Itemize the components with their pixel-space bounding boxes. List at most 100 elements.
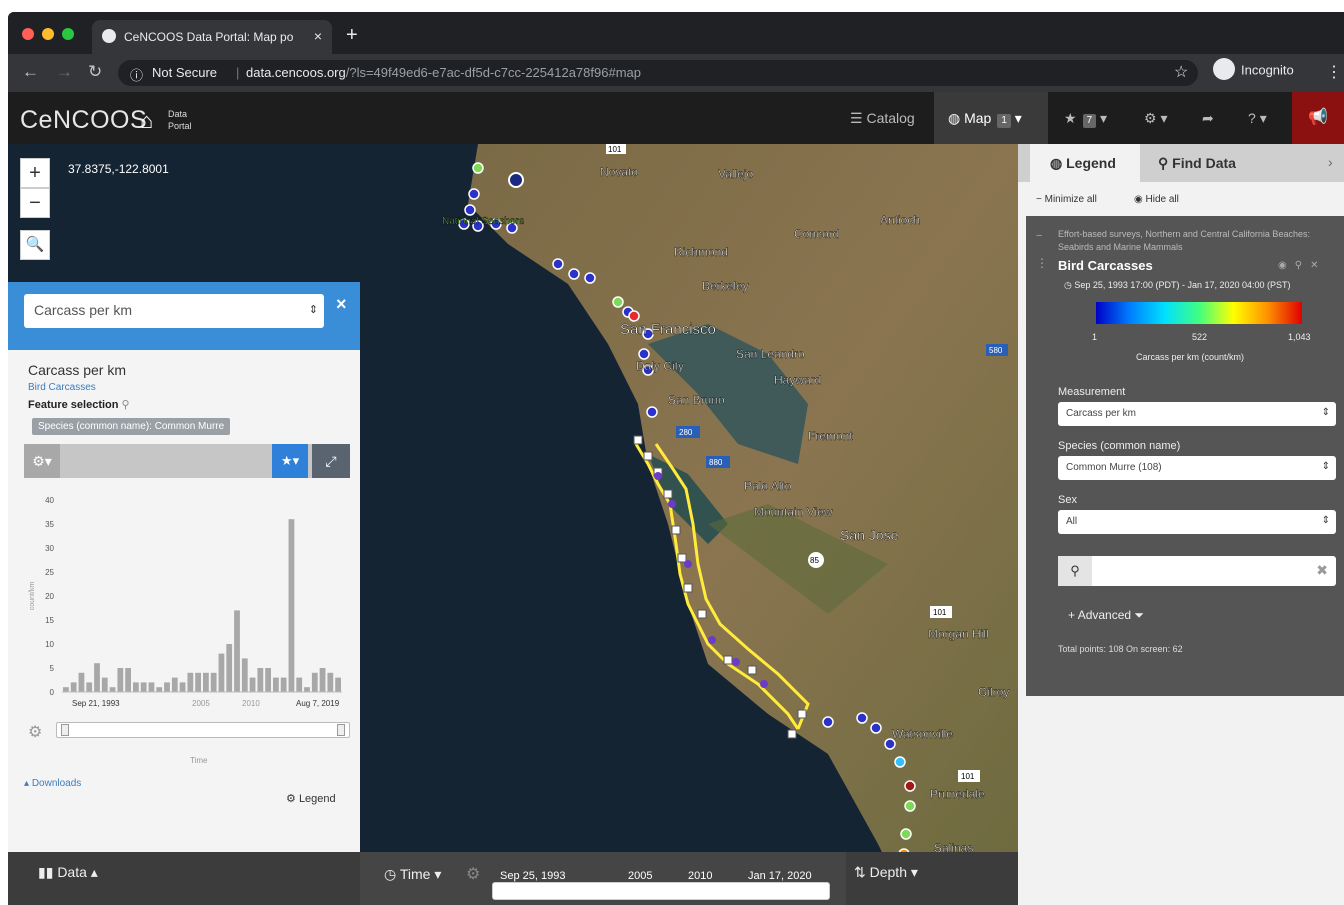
collapse-layer-icon[interactable]: − [1036, 230, 1042, 242]
cencoos-logo[interactable]: CeNCOOS [20, 106, 147, 135]
survey-point[interactable] [552, 258, 564, 270]
range-handle-start[interactable] [61, 724, 69, 736]
visibility-icon[interactable]: ◉ [1278, 260, 1295, 271]
chart-bar[interactable] [94, 663, 100, 692]
chart-bar[interactable] [148, 682, 155, 692]
chart-bar[interactable] [156, 687, 163, 692]
chart-settings-button[interactable]: ⚙▾ [24, 444, 60, 478]
survey-point[interactable] [822, 716, 834, 728]
chart-bar[interactable] [125, 668, 131, 692]
chart-bar[interactable] [280, 677, 287, 692]
survey-point[interactable] [584, 272, 596, 284]
chart-bar[interactable] [296, 677, 303, 692]
chart-bar[interactable] [187, 672, 194, 692]
time-menu-button[interactable]: ◷ Time ▾ [384, 866, 441, 883]
chart-bar[interactable] [210, 672, 217, 692]
chart-bar[interactable] [86, 682, 93, 692]
zoom-to-layer-icon[interactable]: ⚲ [1295, 260, 1310, 271]
selected-point-marker[interactable] [708, 636, 716, 644]
layer-search-input[interactable]: ⚲ ✖ [1058, 556, 1336, 586]
survey-point[interactable] [612, 296, 624, 308]
slider-settings-icon[interactable]: ⚙ [28, 722, 42, 742]
minimize-all-button[interactable]: − Minimize all [1036, 194, 1097, 205]
range-handle-end[interactable] [337, 724, 345, 736]
carcass-bar-chart[interactable]: 0 5 10 15 20 25 30 35 40 count/km Sep 21, 1993 2005… [22, 488, 352, 718]
downloads-link[interactable]: ▴ Downloads [24, 778, 81, 789]
nav-help[interactable]: ? ▾ [1248, 92, 1267, 144]
advanced-filter-button[interactable]: + Advanced ⏷ [1068, 608, 1144, 623]
browser-tab[interactable]: CeNCOOS Data Portal: Map po × [92, 20, 332, 54]
selected-point[interactable] [663, 489, 673, 499]
chart-bar[interactable] [140, 682, 147, 692]
chart-bar[interactable] [218, 653, 225, 692]
chart-bar[interactable] [133, 682, 139, 692]
measurement-dropdown[interactable]: Carcass per km ⇕ [1058, 402, 1336, 426]
close-window-button[interactable] [22, 28, 34, 40]
chart-bar[interactable] [335, 677, 341, 692]
chart-bar[interactable] [311, 672, 318, 692]
selected-point[interactable] [747, 665, 757, 675]
selected-point-marker[interactable] [760, 680, 768, 688]
address-bar[interactable]: ⓘ Not Secure | data.cencoos.org/?ls=49f4… [118, 60, 1198, 86]
new-tab-button[interactable]: + [346, 24, 358, 47]
chevron-right-icon[interactable]: › [1328, 154, 1333, 170]
search-icon[interactable]: ⚲ [1058, 556, 1092, 586]
home-icon[interactable]: ⌂ [140, 108, 153, 134]
nav-catalog[interactable]: ☰ Catalog [850, 92, 928, 144]
selected-point[interactable] [633, 435, 643, 445]
chart-bar[interactable] [78, 672, 85, 692]
expand-chart-button[interactable]: ⤢ [312, 444, 350, 478]
measurement-select[interactable]: Carcass per km ⇕ [24, 294, 324, 328]
tab-find-data[interactable]: ⚲ Find Data [1158, 144, 1236, 182]
selected-point-marker[interactable] [684, 560, 692, 568]
chart-bar[interactable] [179, 682, 186, 692]
nav-favorites[interactable]: ★ 7 ▾ [1064, 92, 1107, 144]
selected-point[interactable] [787, 729, 797, 739]
chart-bar[interactable] [273, 677, 279, 692]
species-filter-chip[interactable]: Species (common name): Common Murre [32, 418, 231, 435]
chart-bar[interactable] [171, 677, 178, 692]
survey-point[interactable] [904, 800, 916, 812]
selected-point[interactable] [671, 525, 681, 535]
dataset-link[interactable]: Bird Carcasses [28, 382, 96, 393]
back-icon[interactable]: ← [22, 62, 39, 82]
chart-bar[interactable] [70, 682, 77, 692]
survey-point[interactable] [894, 756, 906, 768]
info-icon[interactable]: ⓘ [130, 65, 143, 84]
reload-icon[interactable]: ↻ [88, 62, 102, 82]
sex-dropdown[interactable]: All ⇕ [1058, 510, 1336, 534]
close-panel-button[interactable]: × [336, 294, 347, 315]
chart-bar[interactable] [257, 668, 264, 692]
legend-toggle[interactable]: ⚙ Legend [286, 792, 336, 805]
remove-layer-icon[interactable]: ✕ [1310, 260, 1326, 271]
zoom-in-button[interactable]: + [20, 158, 50, 188]
survey-point[interactable] [646, 406, 658, 418]
tab-close-icon[interactable]: × [314, 28, 322, 44]
browser-menu-icon[interactable]: ⋮ [1326, 62, 1342, 82]
announcement-button[interactable]: 📢 [1292, 92, 1344, 144]
chart-bar[interactable] [234, 610, 240, 692]
bookmark-star-icon[interactable]: ☆ [1174, 62, 1188, 82]
chart-bar[interactable] [319, 668, 326, 692]
chart-bar[interactable] [288, 519, 295, 692]
selected-point[interactable] [677, 553, 687, 563]
zoom-out-button[interactable]: − [20, 188, 50, 218]
chart-bar[interactable] [327, 672, 334, 692]
zoom-area-button[interactable]: 🔍 [20, 230, 50, 260]
chart-bar[interactable] [101, 677, 108, 692]
selected-point[interactable] [723, 655, 733, 665]
chart-bar[interactable] [226, 644, 233, 692]
timeline-settings-icon[interactable]: ⚙ [466, 864, 480, 884]
hide-all-button[interactable]: ◉ Hide all [1134, 194, 1179, 205]
survey-point[interactable] [472, 162, 484, 174]
clear-search-icon[interactable]: ✖ [1316, 562, 1328, 579]
tab-legend[interactable]: ◍ Legend [1030, 144, 1140, 182]
selected-point-marker[interactable] [732, 658, 740, 666]
chart-bar[interactable] [304, 687, 310, 692]
survey-point[interactable] [856, 712, 868, 724]
incognito-indicator[interactable]: Incognito [1213, 58, 1294, 80]
drag-handle-icon[interactable]: ⋮ [1036, 256, 1048, 270]
selected-point[interactable] [797, 709, 807, 719]
species-dropdown[interactable]: Common Murre (108) ⇕ [1058, 456, 1336, 480]
survey-point[interactable] [638, 348, 650, 360]
